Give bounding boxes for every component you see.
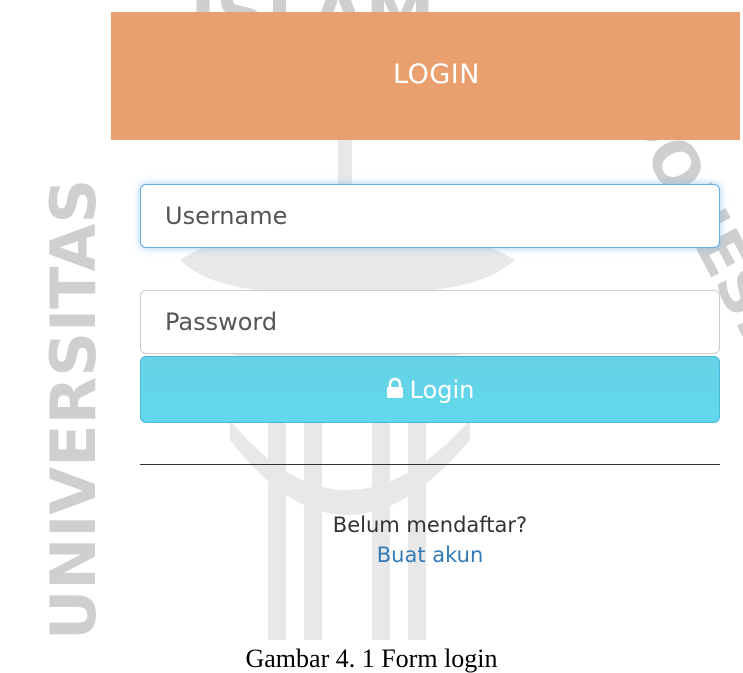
login-panel-header: LOGIN: [111, 12, 740, 140]
login-button-label: Login: [409, 375, 475, 404]
watermark-text-left: UNIVERSITAS: [37, 179, 110, 640]
figure-caption: Gambar 4. 1 Form login: [245, 644, 498, 673]
login-panel: LOGIN Login Belum mendaftar? Buat akun: [111, 12, 740, 652]
divider: [140, 464, 720, 465]
page-title: LOGIN: [393, 58, 480, 90]
lock-icon: [386, 377, 404, 399]
username-input[interactable]: [140, 184, 720, 248]
signup-block: Belum mendaftar? Buat akun: [140, 510, 720, 570]
password-input[interactable]: [140, 290, 720, 354]
create-account-link[interactable]: Buat akun: [377, 540, 484, 570]
login-button[interactable]: Login: [140, 356, 720, 423]
signup-question: Belum mendaftar?: [332, 513, 528, 537]
